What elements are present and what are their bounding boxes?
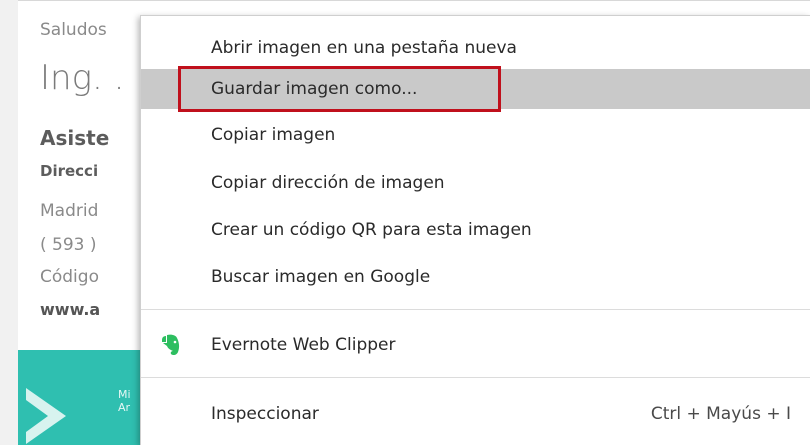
menu-item-inspect[interactable]: Inspeccionar Ctrl + Mayús + I	[141, 394, 810, 434]
signature-city: Madrid	[40, 201, 99, 221]
menu-item-create-qr-code[interactable]: Crear un código QR para esta imagen	[141, 210, 810, 250]
arrow-logo-inner	[26, 400, 48, 432]
signature-greeting: Saludos	[40, 20, 107, 40]
evernote-icon	[162, 334, 180, 356]
menu-item-save-image-as[interactable]: Guardar imagen como...	[141, 69, 810, 109]
menu-item-open-image-new-tab[interactable]: Abrir imagen en una pestaña nueva	[141, 28, 810, 68]
menu-item-search-image-google[interactable]: Buscar imagen en Google	[141, 257, 810, 297]
signature-phone: ( 593 )	[40, 235, 97, 255]
signature-department: Direcci	[40, 162, 99, 180]
menu-item-label: Guardar imagen como...	[211, 79, 418, 99]
banner-text-line1: Mi	[118, 388, 131, 401]
menu-separator	[141, 377, 810, 378]
menu-item-label: Copiar imagen	[211, 125, 336, 145]
menu-item-label: Buscar imagen en Google	[211, 267, 431, 287]
signature-role: Asiste	[40, 126, 110, 150]
menu-item-copy-image[interactable]: Copiar imagen	[141, 115, 810, 155]
menu-item-label: Evernote Web Clipper	[211, 335, 396, 355]
menu-item-label: Inspeccionar	[211, 404, 319, 424]
page-top-border	[18, 0, 810, 1]
signature-code: Código	[40, 267, 99, 287]
banner-text-line2: Ar	[118, 401, 131, 414]
page-left-edge	[0, 0, 18, 445]
menu-item-evernote-web-clipper[interactable]: Evernote Web Clipper	[141, 325, 810, 365]
menu-item-shortcut: Ctrl + Mayús + I	[650, 404, 791, 424]
menu-item-copy-image-address[interactable]: Copiar dirección de imagen	[141, 163, 810, 203]
signature-name: Ing. .	[40, 58, 125, 98]
menu-item-label: Crear un código QR para esta imagen	[211, 220, 532, 240]
context-menu: Abrir imagen en una pestaña nueva Guarda…	[140, 15, 810, 445]
menu-separator	[141, 309, 810, 310]
menu-item-label: Abrir imagen en una pestaña nueva	[211, 38, 517, 58]
menu-item-label: Copiar dirección de imagen	[211, 173, 445, 193]
banner-text: Mi Ar	[118, 388, 131, 414]
signature-website[interactable]: www.a	[40, 300, 100, 319]
